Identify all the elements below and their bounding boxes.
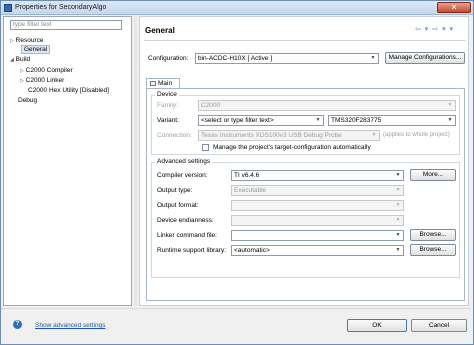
- expand-arrow-icon[interactable]: ▷: [20, 78, 24, 84]
- show-advanced-settings-link[interactable]: Show advanced settings: [35, 322, 105, 329]
- device-endianness-label: Device endianness:: [157, 217, 214, 224]
- output-type-label: Output type:: [157, 187, 193, 194]
- help-icon[interactable]: ?: [13, 320, 22, 329]
- tree-item-label: C2000 Hex Utility [Disabled]: [28, 87, 109, 94]
- dropdown-arrow-icon: ▼: [370, 55, 376, 61]
- dropdown-arrow-icon: ▼: [447, 117, 453, 123]
- manage-configurations-button[interactable]: Manage Configurations...: [385, 52, 465, 64]
- family-select[interactable]: C2000 ▼: [198, 100, 456, 111]
- connection-value: Texas Instruments XDS100v3 USB Debug Pro…: [201, 132, 342, 139]
- tree-item-label: C2000 Compiler: [25, 67, 73, 74]
- collapse-arrow-icon[interactable]: ◢: [10, 57, 14, 63]
- tree-item-label: Debug: [18, 97, 38, 104]
- connection-select[interactable]: Texas Instruments XDS100v3 USB Debug Pro…: [198, 130, 380, 141]
- tree-item-label: C2000 Linker: [25, 77, 65, 84]
- tree-item-c2000-compiler[interactable]: ▷ C2000 Compiler: [20, 67, 73, 74]
- device-endianness-select[interactable]: ▼: [231, 215, 404, 226]
- dropdown-arrow-icon: ▼: [395, 232, 401, 238]
- main-tab-icon: [150, 81, 156, 86]
- browse-linker-button[interactable]: Browse...: [410, 229, 456, 241]
- dropdown-arrow-icon: ▼: [395, 187, 401, 193]
- configuration-label: Configuration:: [148, 55, 189, 62]
- tree-item-label: Resource: [15, 37, 44, 44]
- tree-item-debug[interactable]: Debug: [18, 97, 37, 104]
- main-tab-body: Device Family: C2000 ▼ Variant: <select …: [146, 88, 465, 301]
- variant-value: TMS320F283775: [331, 117, 382, 124]
- dropdown-arrow-icon: ▼: [447, 102, 453, 108]
- expand-arrow-icon[interactable]: ▷: [10, 38, 14, 44]
- runtime-support-library-value: <automatic>: [234, 247, 270, 254]
- filter-input[interactable]: type filter text: [10, 20, 122, 30]
- family-label: Family:: [157, 102, 178, 109]
- tree-item-hex-utility[interactable]: C2000 Hex Utility [Disabled]: [28, 87, 109, 94]
- tree-item-c2000-linker[interactable]: ▷ C2000 Linker: [20, 77, 64, 84]
- manage-target-checkbox[interactable]: [202, 144, 209, 151]
- pane-splitter[interactable]: [134, 16, 137, 306]
- dropdown-arrow-icon: ▼: [395, 247, 401, 253]
- footer-divider: [1, 308, 471, 309]
- dropdown-arrow-icon: ▼: [395, 217, 401, 223]
- manage-target-label: Manage the project's target-configuratio…: [213, 144, 371, 151]
- linker-command-file-select[interactable]: ▼: [231, 230, 404, 241]
- tree-item-general[interactable]: General: [21, 45, 51, 54]
- compiler-version-label: Compiler version:: [157, 172, 208, 179]
- dropdown-arrow-icon: ▼: [371, 132, 377, 138]
- variant-label: Variant:: [157, 117, 179, 124]
- variant-filter-select[interactable]: <select or type filter text> ▼: [198, 115, 324, 126]
- variant-select[interactable]: TMS320F283775 ▼: [328, 115, 456, 126]
- more-button[interactable]: More...: [410, 169, 456, 181]
- window-icon: [4, 4, 12, 12]
- header-divider: [144, 40, 466, 41]
- runtime-support-library-select[interactable]: <automatic> ▼: [231, 245, 404, 256]
- preference-tree-pane: type filter text ▷ Resource General ◢ Bu…: [3, 16, 132, 306]
- tree-item-resource[interactable]: ▷ Resource: [10, 37, 44, 44]
- tab-main-label: Main: [158, 80, 173, 87]
- expand-arrow-icon[interactable]: ▷: [20, 68, 24, 74]
- window-title: Properties for SecondaryAlgo: [15, 4, 107, 11]
- runtime-support-library-label: Runtime support library:: [157, 247, 226, 254]
- close-button[interactable]: ✕: [437, 2, 471, 13]
- dropdown-arrow-icon: ▼: [395, 172, 401, 178]
- output-format-label: Output format:: [157, 202, 199, 209]
- family-value: C2000: [201, 102, 221, 109]
- variant-filter-value: <select or type filter text>: [201, 117, 274, 124]
- browse-runtime-button[interactable]: Browse...: [410, 244, 456, 256]
- ok-button[interactable]: OK: [347, 319, 407, 332]
- linker-command-file-label: Linker command file:: [157, 232, 217, 239]
- configuration-select[interactable]: bin-ACDC-H10X [ Active ] ▼: [195, 53, 379, 64]
- dropdown-arrow-icon: ▼: [395, 202, 401, 208]
- history-nav-icons[interactable]: ⇦ ▾ ⇨ ▾ ▾: [415, 25, 454, 33]
- connection-note: (applies to whole project): [383, 132, 450, 138]
- output-format-select[interactable]: ▼: [231, 200, 404, 211]
- page-title: General: [145, 26, 175, 35]
- device-group-title: Device: [155, 91, 179, 98]
- advanced-settings-title: Advanced settings: [155, 158, 213, 165]
- connection-label: Connection:: [157, 132, 192, 139]
- cancel-button[interactable]: Cancel: [411, 319, 467, 332]
- output-type-select[interactable]: Executable ▼: [231, 185, 404, 196]
- tree-item-label: General: [24, 46, 48, 53]
- output-type-value: Executable: [234, 187, 267, 194]
- tree-item-label: Build: [15, 56, 31, 63]
- property-page: General ⇦ ▾ ⇨ ▾ ▾ Configuration: bin-ACD…: [139, 16, 469, 306]
- configuration-value: bin-ACDC-H10X [ Active ]: [198, 55, 273, 62]
- dropdown-arrow-icon: ▼: [315, 117, 321, 123]
- title-bar: Properties for SecondaryAlgo ✕: [1, 1, 473, 15]
- compiler-version-select[interactable]: TI v6.4.6 ▼: [231, 170, 404, 181]
- compiler-version-value: TI v6.4.6: [234, 172, 260, 179]
- tree-item-build[interactable]: ◢ Build: [10, 56, 30, 63]
